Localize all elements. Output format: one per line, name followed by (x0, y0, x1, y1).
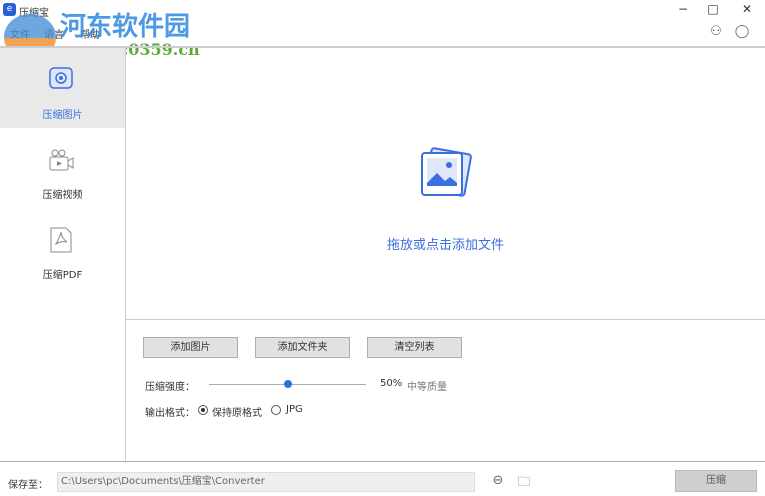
clear-list-button[interactable]: 清空列表 (367, 337, 462, 358)
add-image-button[interactable]: 添加图片 (143, 337, 238, 358)
strength-label: 压缩强度： (145, 382, 195, 393)
watermark-text: 河东软件园 (60, 12, 191, 42)
format-radio-original[interactable] (198, 405, 208, 415)
format-option-jpg[interactable]: JPG (286, 404, 303, 415)
sidebar: 压缩图片 压缩视频 压缩PDF (0, 48, 126, 461)
open-folder-icon[interactable]: 🗀 (516, 473, 532, 490)
sidebar-item-label: 压缩视频 (42, 190, 83, 201)
format-option-original[interactable]: 保持原格式 (212, 404, 262, 419)
app-logo-icon: e (3, 3, 16, 16)
sidebar-item-compress-pdf[interactable]: 压缩PDF (0, 210, 125, 290)
strength-slider-handle[interactable] (283, 380, 292, 388)
save-path-input[interactable]: C:\Users\pc\Documents\压缩宝\Converter (57, 472, 475, 492)
file-drop-zone[interactable]: 拖放或点击添加文件 (126, 48, 765, 320)
divider (0, 461, 765, 462)
compress-button[interactable]: 压缩 (675, 470, 757, 492)
video-camera-icon (49, 149, 74, 171)
format-radio-jpg[interactable] (271, 405, 281, 415)
maximize-button[interactable]: □ (703, 2, 723, 18)
format-label: 输出格式： (145, 408, 195, 419)
sidebar-item-compress-video[interactable]: 压缩视频 (0, 130, 125, 210)
minimize-button[interactable]: − (673, 2, 693, 18)
user-icon[interactable]: ⚇ (708, 24, 724, 40)
strength-value: 50% (380, 378, 403, 389)
sidebar-item-label: 压缩PDF (42, 270, 83, 281)
image-compress-icon (49, 67, 73, 89)
pdf-icon (50, 227, 72, 253)
drop-zone-text: 拖放或点击添加文件 (386, 238, 504, 253)
add-folder-button[interactable]: 添加文件夹 (255, 337, 350, 358)
feedback-icon[interactable]: ◯ (734, 24, 750, 40)
sidebar-item-compress-image[interactable]: 压缩图片 (0, 48, 125, 128)
quality-label: 中等质量 (407, 382, 447, 393)
close-button[interactable]: ✕ (737, 2, 757, 18)
add-image-icon (421, 147, 472, 197)
sidebar-item-label: 压缩图片 (42, 110, 83, 121)
save-to-label: 保存至： (8, 480, 48, 491)
more-options-icon[interactable]: ⊖ (490, 473, 506, 489)
